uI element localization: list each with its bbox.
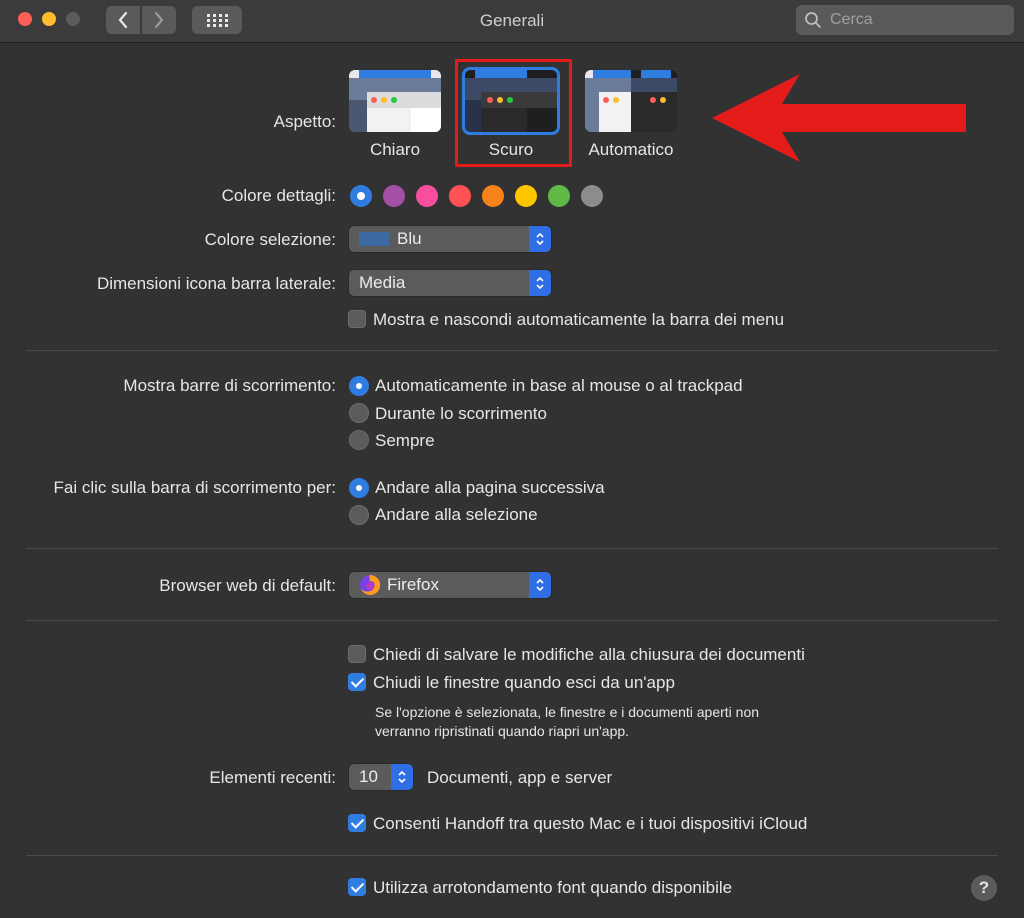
font-smoothing-checkbox[interactable] [348, 878, 366, 896]
help-button[interactable]: ? [971, 875, 997, 901]
separator [26, 855, 998, 856]
default-browser-popup[interactable]: Firefox [349, 572, 551, 598]
recent-items-value: 10 [359, 767, 378, 786]
close-windows-checkbox[interactable] [348, 673, 366, 691]
appearance-auto-label[interactable]: Automatico [575, 140, 687, 160]
click-jump-radio[interactable] [349, 505, 369, 525]
popup-arrows-icon [529, 270, 551, 296]
annotation-highlight-box [455, 59, 572, 167]
handoff-checkbox[interactable] [348, 814, 366, 832]
appearance-auto-thumbnail[interactable] [585, 70, 677, 132]
accent-color-swatch[interactable] [548, 185, 570, 207]
annotation-arrow-icon [712, 74, 966, 162]
click-next-page-radio[interactable] [349, 478, 369, 498]
accent-color-label: Colore dettagli: [221, 186, 336, 205]
accent-color-swatch[interactable] [416, 185, 438, 207]
accent-color-swatch[interactable] [581, 185, 603, 207]
popup-arrows-icon [391, 764, 413, 790]
font-smoothing-label[interactable]: Utilizza arrotondamento font quando disp… [373, 878, 732, 898]
accent-color-swatch[interactable] [350, 185, 372, 207]
close-windows-note-line1: Se l'opzione è selezionata, le finestre … [375, 704, 760, 720]
sidebar-icon-size-value: Media [359, 273, 406, 292]
default-browser-label: Browser web di default: [159, 576, 336, 595]
search-icon [805, 12, 821, 28]
click-jump-label[interactable]: Andare alla selezione [375, 505, 538, 525]
highlight-color-popup[interactable]: Blu [349, 226, 551, 252]
scrollbars-auto-label[interactable]: Automaticamente in base al mouse o al tr… [375, 376, 743, 396]
click-next-page-label[interactable]: Andare alla pagina successiva [375, 478, 605, 498]
separator [26, 548, 998, 549]
sidebar-icon-size-popup[interactable]: Media [349, 270, 551, 296]
show-scrollbars-label: Mostra barre di scorrimento: [123, 376, 336, 395]
recent-items-suffix: Documenti, app e server [427, 768, 613, 787]
highlight-color-label: Colore selezione: [204, 230, 336, 249]
highlight-color-value: Blu [397, 229, 422, 248]
search-input[interactable] [828, 10, 1002, 30]
appearance-label: Aspetto: [273, 112, 336, 131]
close-windows-note-line2: verranno ripristinati quando riapri un'a… [375, 723, 630, 739]
accent-color-swatch[interactable] [482, 185, 504, 207]
title-bar: Generali [0, 0, 1024, 43]
accent-color-swatch[interactable] [515, 185, 537, 207]
popup-arrows-icon [529, 572, 551, 598]
scrollbars-when-scrolling-label[interactable]: Durante lo scorrimento [375, 404, 547, 424]
popup-arrows-icon [529, 226, 551, 252]
recent-items-label: Elementi recenti: [209, 768, 336, 787]
recent-items-stepper[interactable]: 10 [349, 764, 413, 790]
close-windows-label[interactable]: Chiudi le finestre quando esci da un'app [373, 673, 675, 693]
separator [26, 620, 998, 621]
highlight-swatch [359, 232, 389, 246]
menu-bar-autohide-label[interactable]: Mostra e nascondi automaticamente la bar… [373, 310, 784, 330]
ask-save-label[interactable]: Chiedi di salvare le modifiche alla chiu… [373, 645, 805, 665]
scrollbars-when-scrolling-radio[interactable] [349, 403, 369, 423]
firefox-icon [360, 574, 381, 595]
appearance-light-label[interactable]: Chiaro [349, 140, 441, 160]
scrollbars-auto-radio[interactable] [349, 376, 369, 396]
accent-color-swatch[interactable] [383, 185, 405, 207]
separator [26, 350, 998, 351]
appearance-light-thumbnail[interactable] [349, 70, 441, 132]
sidebar-icon-size-label: Dimensioni icona barra laterale: [96, 274, 336, 293]
scrollbars-always-radio[interactable] [349, 430, 369, 450]
ask-save-checkbox[interactable] [348, 645, 366, 663]
handoff-label[interactable]: Consenti Handoff tra questo Mac e i tuoi… [373, 814, 807, 834]
search-field[interactable] [796, 5, 1014, 35]
accent-color-swatch[interactable] [449, 185, 471, 207]
default-browser-value: Firefox [387, 575, 439, 594]
scrollbars-always-label[interactable]: Sempre [375, 431, 435, 451]
click-scrollbar-label: Fai clic sulla barra di scorrimento per: [53, 478, 336, 497]
menu-bar-autohide-checkbox[interactable] [348, 310, 366, 328]
